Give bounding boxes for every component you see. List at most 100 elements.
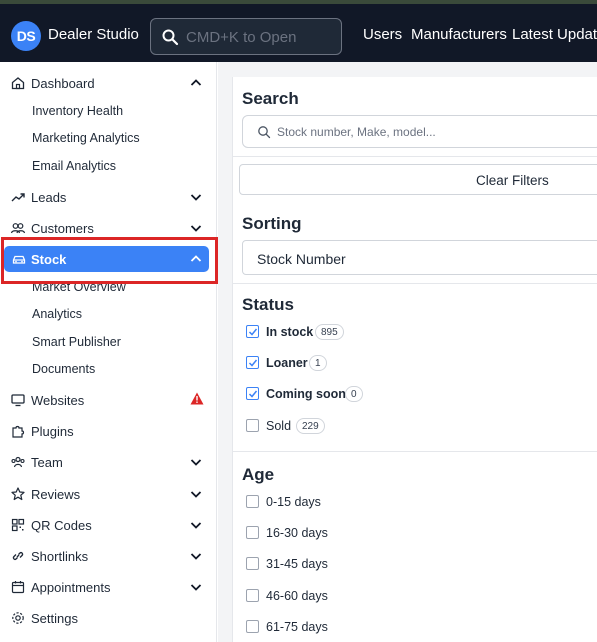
- sidebar-item-shortlinks[interactable]: Shortlinks: [0, 543, 216, 569]
- car-icon: [12, 255, 26, 264]
- sidebar-item-label: Settings: [31, 611, 78, 626]
- top-bar: DS Dealer Studio CMD+K to Open Users Man…: [0, 0, 597, 62]
- sorting-section-title: Sorting: [242, 214, 302, 233]
- sidebar-sub-analytics[interactable]: Analytics: [32, 307, 82, 321]
- stock-search-input[interactable]: Stock number, Make, model...: [242, 115, 597, 148]
- clear-filters-label: Clear Filters: [476, 173, 549, 188]
- checkbox-sold[interactable]: [246, 419, 259, 432]
- age-label: 16-30 days: [266, 526, 328, 540]
- status-label: Sold: [266, 419, 292, 433]
- chevron-up-icon[interactable]: [189, 252, 203, 266]
- status-count-badge: 895: [315, 324, 344, 340]
- checkbox-age[interactable]: [246, 620, 259, 633]
- checkbox-age[interactable]: [246, 526, 259, 539]
- chevron-down-icon[interactable]: [189, 549, 203, 563]
- sidebar-item-reviews[interactable]: Reviews: [0, 481, 216, 507]
- chevron-down-icon[interactable]: [189, 580, 203, 594]
- stock-search-placeholder: Stock number, Make, model...: [277, 125, 436, 139]
- sidebar-item-label: Dashboard: [31, 76, 95, 91]
- sidebar-item-label: Websites: [31, 393, 85, 408]
- sidebar-item-label: Customers: [31, 221, 94, 236]
- age-label: 31-45 days: [266, 557, 328, 571]
- checkmark-icon: [248, 328, 258, 336]
- chevron-down-icon[interactable]: [189, 221, 203, 235]
- link-icon: [12, 551, 24, 561]
- sidebar-item-label: Shortlinks: [31, 549, 89, 564]
- monitor-icon: [11, 394, 25, 407]
- sidebar-item-label: Team: [31, 455, 63, 470]
- global-search-placeholder: CMD+K to Open: [186, 29, 297, 46]
- warning-icon: [190, 392, 204, 405]
- sidebar-item-stock[interactable]: Stock: [4, 246, 209, 272]
- logo-badge[interactable]: DS: [11, 21, 41, 51]
- sidebar-item-label: Leads: [31, 190, 67, 205]
- checkbox-loaner[interactable]: [246, 356, 259, 369]
- sidebar: Dashboard Inventory Health Marketing Ana…: [0, 62, 217, 642]
- age-label: 61-75 days: [266, 620, 328, 634]
- nav-manufacturers[interactable]: Manufacturers: [411, 26, 507, 43]
- age-section-title: Age: [242, 465, 275, 484]
- divider: [232, 451, 597, 452]
- home-icon: [11, 77, 25, 90]
- app-name[interactable]: Dealer Studio: [48, 26, 139, 43]
- status-label: In stock: [266, 325, 314, 339]
- chevron-up-icon[interactable]: [189, 76, 203, 90]
- sidebar-item-label: Appointments: [31, 580, 111, 595]
- nav-users[interactable]: Users: [363, 26, 402, 43]
- qr-icon: [11, 518, 25, 532]
- search-icon: [162, 29, 179, 46]
- checkbox-coming-soon[interactable]: [246, 387, 259, 400]
- search-section-title: Search: [242, 89, 299, 108]
- star-icon: [11, 487, 25, 501]
- chevron-down-icon[interactable]: [189, 455, 203, 469]
- age-label: 0-15 days: [266, 495, 321, 509]
- nav-latest-update[interactable]: Latest Update: [512, 26, 597, 43]
- divider: [232, 283, 597, 284]
- sidebar-item-label: QR Codes: [31, 518, 92, 533]
- clear-filters-button[interactable]: Clear Filters: [239, 164, 597, 195]
- checkbox-age[interactable]: [246, 589, 259, 602]
- gear-icon: [12, 612, 24, 624]
- status-count-badge: 0: [345, 386, 363, 402]
- sidebar-item-label: Plugins: [31, 424, 74, 439]
- checkmark-icon: [248, 390, 258, 398]
- puzzle-icon: [12, 425, 25, 438]
- users-icon: [10, 223, 26, 234]
- checkbox-age[interactable]: [246, 495, 259, 508]
- sidebar-item-plugins[interactable]: Plugins: [0, 418, 216, 444]
- status-count-badge: 1: [309, 355, 327, 371]
- status-section-title: Status: [242, 295, 294, 314]
- sidebar-sub-documents[interactable]: Documents: [32, 362, 95, 376]
- divider: [232, 156, 597, 157]
- checkbox-in-stock[interactable]: [246, 325, 259, 338]
- sidebar-item-leads[interactable]: Leads: [0, 184, 216, 210]
- sidebar-item-appointments[interactable]: Appointments: [0, 574, 216, 600]
- team-icon: [11, 456, 25, 468]
- sidebar-item-label: Reviews: [31, 487, 81, 502]
- sidebar-item-label: Stock: [31, 252, 67, 267]
- sidebar-item-dashboard[interactable]: Dashboard: [0, 70, 216, 96]
- status-count-badge: 229: [296, 418, 325, 434]
- sidebar-item-settings[interactable]: Settings: [0, 605, 216, 631]
- sorting-value: Stock Number: [257, 251, 346, 267]
- chevron-down-icon[interactable]: [189, 487, 203, 501]
- calendar-icon: [11, 581, 25, 594]
- sidebar-item-customers[interactable]: Customers: [0, 215, 216, 241]
- sidebar-item-websites[interactable]: Websites: [0, 387, 216, 413]
- sidebar-sub-inventory-health[interactable]: Inventory Health: [32, 104, 123, 118]
- checkmark-icon: [248, 359, 258, 367]
- sorting-select[interactable]: Stock Number: [242, 240, 597, 275]
- age-label: 46-60 days: [266, 589, 328, 603]
- chevron-down-icon[interactable]: [189, 518, 203, 532]
- sidebar-item-qr-codes[interactable]: QR Codes: [0, 512, 216, 538]
- global-search-input[interactable]: CMD+K to Open: [150, 18, 342, 55]
- sidebar-sub-marketing-analytics[interactable]: Marketing Analytics: [32, 131, 140, 145]
- sidebar-sub-smart-publisher[interactable]: Smart Publisher: [32, 335, 121, 349]
- trend-icon: [11, 193, 25, 202]
- sidebar-sub-email-analytics[interactable]: Email Analytics: [32, 159, 116, 173]
- sidebar-item-team[interactable]: Team: [0, 449, 216, 475]
- sidebar-sub-market-overview[interactable]: Market Overview: [32, 280, 126, 294]
- checkbox-age[interactable]: [246, 557, 259, 570]
- status-label: Coming soon: [266, 387, 346, 401]
- chevron-down-icon[interactable]: [189, 190, 203, 204]
